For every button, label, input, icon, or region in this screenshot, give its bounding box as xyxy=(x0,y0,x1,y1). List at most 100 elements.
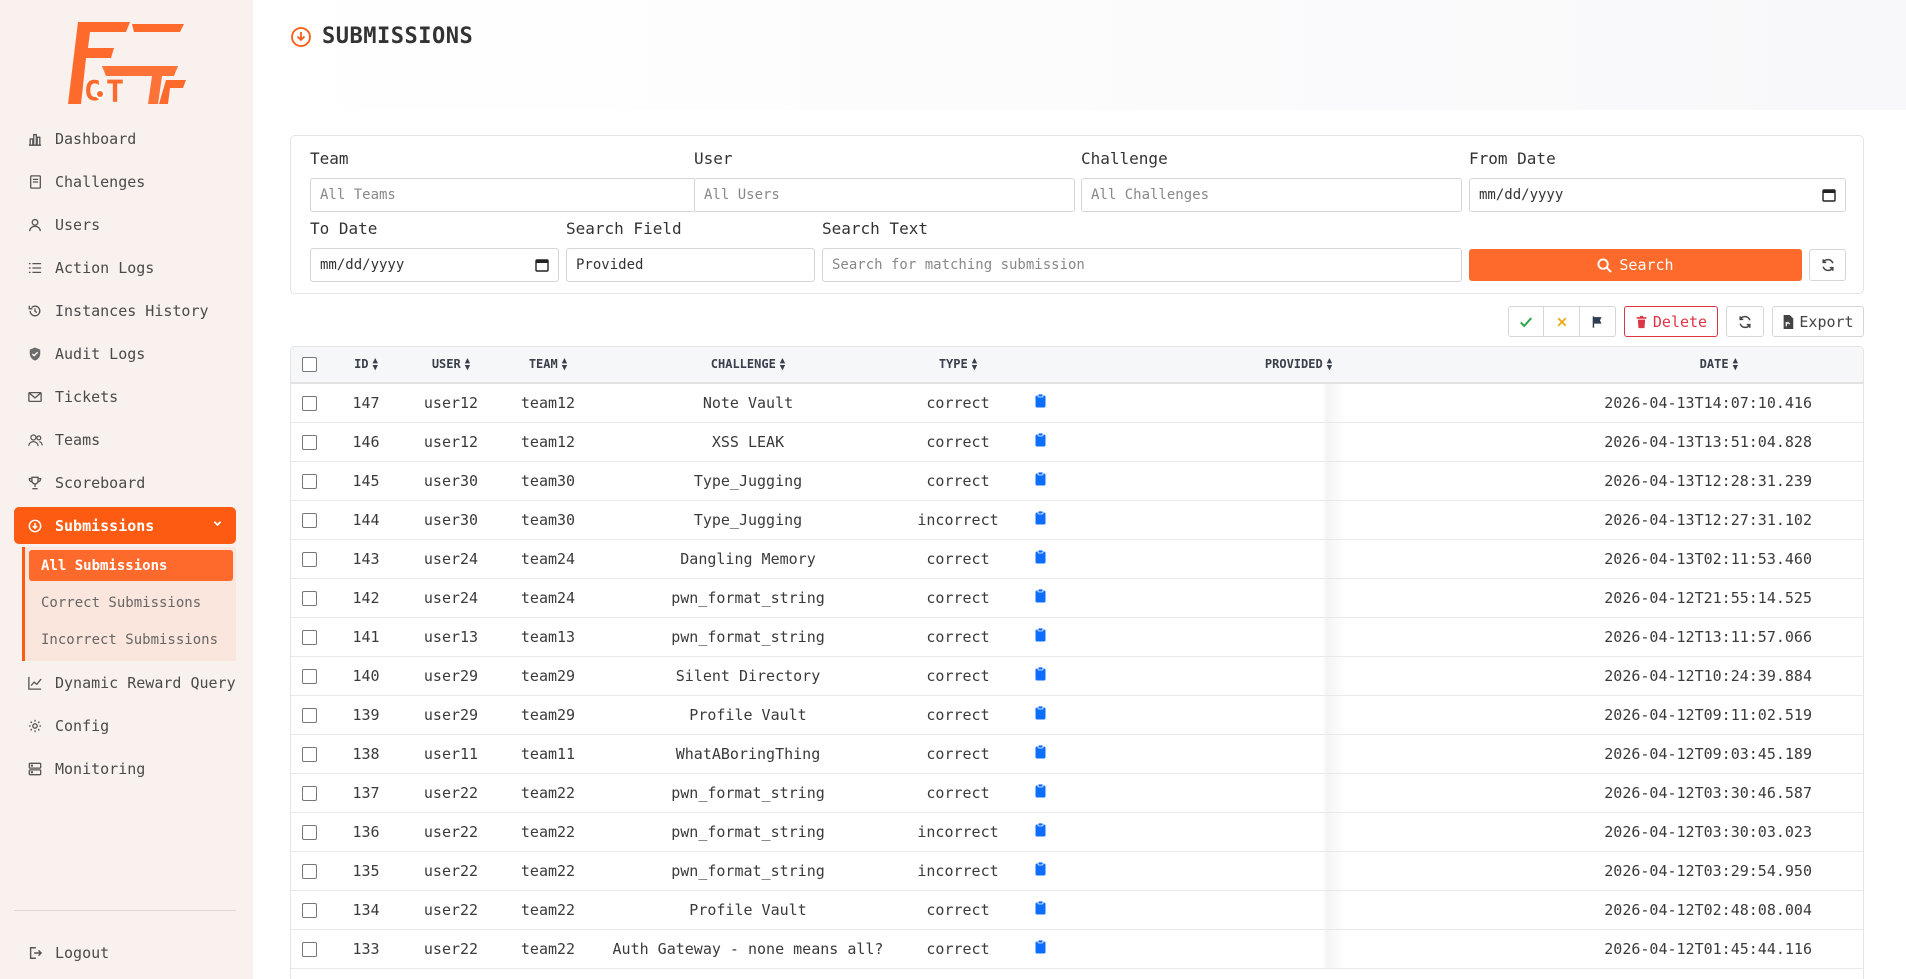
sidebar-item-challenges[interactable]: Challenges xyxy=(14,160,236,203)
sidebar-item-config[interactable]: Config xyxy=(14,704,236,747)
sidebar-item-users[interactable]: Users xyxy=(14,203,236,246)
clipboard-icon[interactable] xyxy=(1035,705,1046,724)
mark-incorrect-button[interactable] xyxy=(1544,306,1580,337)
line-chart-icon xyxy=(27,675,43,691)
row-checkbox[interactable] xyxy=(302,551,317,567)
column-header-label: CHALLENGE xyxy=(710,357,776,372)
table-header-row: ID ▲ ▼ USER ▲ ▼ TEAM ▲ ▼ CHALLENGE ▲ ▼ TYPE ▲ ▼ PR… xyxy=(291,347,1863,384)
calendar-icon[interactable] xyxy=(1822,188,1836,202)
clipboard-icon[interactable] xyxy=(1035,822,1046,841)
select-all-checkbox[interactable] xyxy=(302,357,317,372)
table-row[interactable]: 147 user12 team12 Note Vault correct 2026-04-… xyxy=(291,383,1863,423)
clipboard-icon[interactable] xyxy=(1035,666,1046,685)
table-row[interactable]: 146 user12 team12 XSS LEAK correct 2026-04-13… xyxy=(291,422,1863,462)
calendar-icon[interactable] xyxy=(535,258,549,272)
clipboard-icon[interactable] xyxy=(1035,744,1046,763)
table-row[interactable]: 134 user22 team22 Profile Vault correct 2026-… xyxy=(291,890,1863,930)
sidebar-item-dashboard[interactable]: Dashboard xyxy=(14,117,236,160)
clipboard-icon[interactable] xyxy=(1035,861,1046,880)
table-row[interactable]: 137 user22 team22 pwn_format_string correct 2… xyxy=(291,773,1863,813)
clipboard-icon[interactable] xyxy=(1035,393,1046,412)
table-row[interactable]: 144 user30 team30 Type_Jugging incorrect 2026… xyxy=(291,500,1863,540)
challenge-cell: pwn_format_string xyxy=(598,773,898,813)
table-row[interactable]: 135 user22 team22 pwn_format_string incorrec… xyxy=(291,851,1863,891)
mark-correct-button[interactable] xyxy=(1508,306,1544,337)
challenge-filter-input[interactable]: All Challenges xyxy=(1081,178,1462,212)
challenge-cell: Profile Vault xyxy=(598,695,898,735)
fctf-logo[interactable]: C T xyxy=(62,18,192,108)
to-date-input[interactable]: mm/dd/yyyy xyxy=(310,248,559,282)
sidebar-item-teams[interactable]: Teams xyxy=(14,418,236,461)
table-row[interactable]: 138 user11 team11 WhatABoringThing correct 20… xyxy=(291,734,1863,774)
sidebar-item-scoreboard[interactable]: Scoreboard xyxy=(14,461,236,504)
refresh-icon xyxy=(1821,258,1834,272)
table-row[interactable]: 142 user24 team24 pwn_format_string correct 2… xyxy=(291,578,1863,618)
row-checkbox[interactable] xyxy=(302,590,317,606)
type-cell: correct xyxy=(898,890,1018,930)
clipboard-icon[interactable] xyxy=(1035,471,1046,490)
export-button[interactable]: Export xyxy=(1772,306,1864,337)
row-checkbox[interactable] xyxy=(302,785,317,801)
from-date-input[interactable]: mm/dd/yyyy xyxy=(1469,178,1846,212)
column-header-date[interactable]: DATE ▲ ▼ xyxy=(1535,347,1863,384)
clipboard-icon[interactable] xyxy=(1035,783,1046,802)
search-field-select[interactable]: Provided xyxy=(566,248,815,282)
table-row[interactable]: 140 user29 team29 Silent Directory correct 20… xyxy=(291,656,1863,696)
column-header-user[interactable]: USER ▲ ▼ xyxy=(404,347,498,384)
table-row[interactable]: 145 user30 team30 Type_Jugging correct 2026-0… xyxy=(291,461,1863,501)
sidebar-item-dynamic-reward-query[interactable]: Dynamic Reward Query xyxy=(14,661,236,704)
delete-button[interactable]: Delete xyxy=(1624,306,1718,337)
clipboard-icon[interactable] xyxy=(1035,510,1046,529)
table-row[interactable]: 141 user13 team13 pwn_format_string correct 2… xyxy=(291,617,1863,657)
column-header-type[interactable]: TYPE ▲ ▼ xyxy=(898,347,1018,384)
row-checkbox[interactable] xyxy=(302,902,317,918)
sidebar-item-submissions[interactable]: Submissions xyxy=(14,507,236,544)
logout-button[interactable]: Logout xyxy=(14,931,236,974)
row-checkbox[interactable] xyxy=(302,707,317,723)
row-checkbox[interactable] xyxy=(302,629,317,645)
sidebar-item-instances-history[interactable]: Instances History xyxy=(14,289,236,332)
table-row[interactable]: 136 user22 team22 pwn_format_string incorrec… xyxy=(291,812,1863,852)
row-checkbox[interactable] xyxy=(302,395,317,411)
row-checkbox[interactable] xyxy=(302,824,317,840)
column-header-challenge[interactable]: CHALLENGE ▲ ▼ xyxy=(598,347,898,384)
server-icon xyxy=(27,761,43,777)
search-button[interactable]: Search xyxy=(1469,249,1802,281)
subnav-item-incorrect-submissions[interactable]: Incorrect Submissions xyxy=(29,621,233,658)
user-cell: user22 xyxy=(404,851,498,891)
flag-button[interactable] xyxy=(1580,306,1616,337)
subnav-item-all-submissions[interactable]: All Submissions xyxy=(29,550,233,581)
clipboard-icon[interactable] xyxy=(1035,432,1046,451)
sidebar-item-monitoring[interactable]: Monitoring xyxy=(14,747,236,790)
row-checkbox[interactable] xyxy=(302,863,317,879)
row-checkbox[interactable] xyxy=(302,746,317,762)
search-text-input[interactable]: Search for matching submission xyxy=(822,248,1462,282)
subnav-item-correct-submissions[interactable]: Correct Submissions xyxy=(29,584,233,621)
column-header-team[interactable]: TEAM ▲ ▼ xyxy=(498,347,598,384)
row-checkbox[interactable] xyxy=(302,941,317,957)
reset-filters-button[interactable] xyxy=(1809,249,1846,281)
clipboard-icon[interactable] xyxy=(1035,588,1046,607)
sidebar-item-tickets[interactable]: Tickets xyxy=(14,375,236,418)
table-row[interactable]: 133 user22 team22 Auth Gateway - none means… xyxy=(291,929,1863,969)
refresh-button[interactable] xyxy=(1726,306,1764,337)
select-cell xyxy=(291,617,328,657)
table-row[interactable]: 143 user24 team24 Dangling Memory correct 202… xyxy=(291,539,1863,579)
row-checkbox[interactable] xyxy=(302,512,317,528)
clipboard-icon[interactable] xyxy=(1035,900,1046,919)
sidebar-item-audit-logs[interactable]: Audit Logs xyxy=(14,332,236,375)
row-checkbox[interactable] xyxy=(302,473,317,489)
user-filter-input[interactable]: All Users xyxy=(694,178,1075,212)
clipboard-icon[interactable] xyxy=(1035,549,1046,568)
column-header-provided[interactable]: PROVIDED ▲ ▼ xyxy=(1062,347,1535,384)
sidebar-item-action-logs[interactable]: Action Logs xyxy=(14,246,236,289)
column-header-id[interactable]: ID ▲ ▼ xyxy=(328,347,404,384)
table-row[interactable]: 139 user29 team29 Profile Vault correct 2026-… xyxy=(291,695,1863,735)
clipboard-icon[interactable] xyxy=(1035,939,1046,958)
team-filter-input[interactable]: All Teams xyxy=(310,178,696,212)
search-icon xyxy=(1597,257,1613,273)
row-checkbox[interactable] xyxy=(302,668,317,684)
user-cell: user22 xyxy=(404,812,498,852)
clipboard-icon[interactable] xyxy=(1035,627,1046,646)
row-checkbox[interactable] xyxy=(302,434,317,450)
